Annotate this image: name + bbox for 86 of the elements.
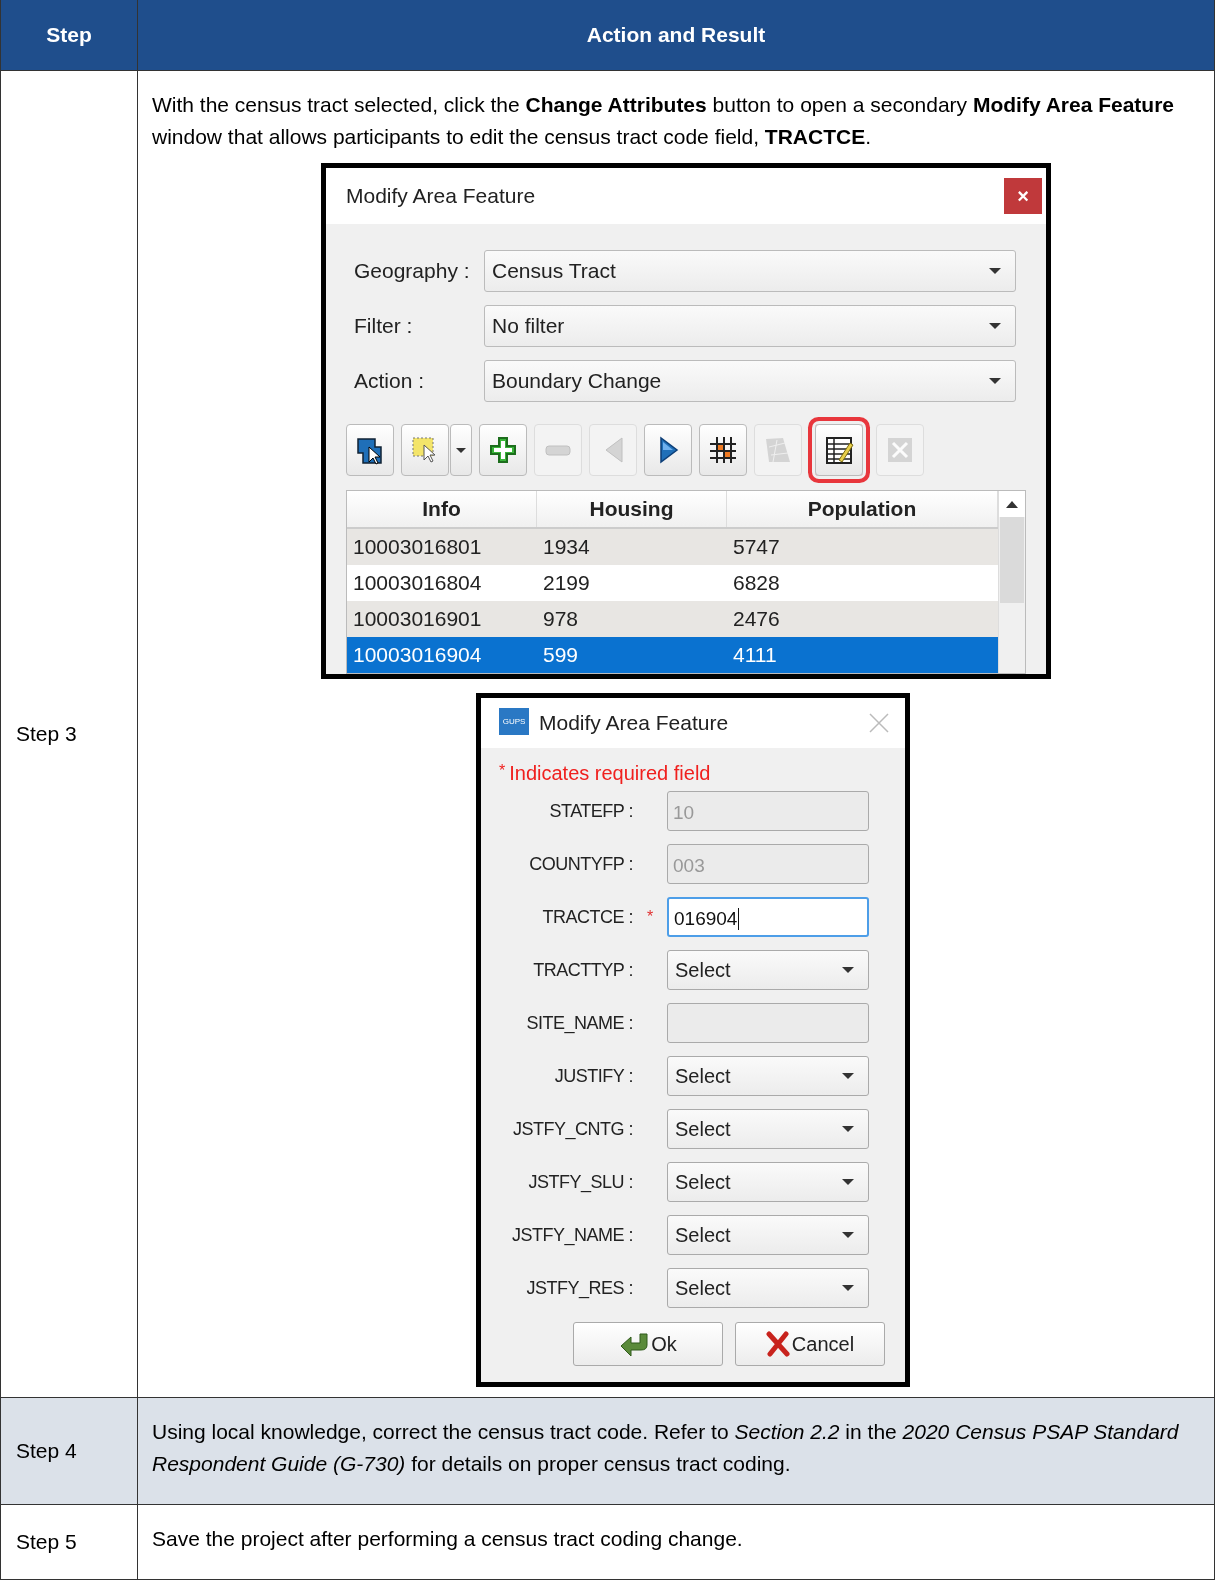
field-label: COUNTYFP : xyxy=(528,853,633,875)
dropdown[interactable]: Select xyxy=(667,1109,869,1149)
up-arrow-icon xyxy=(1006,500,1018,508)
field-label: SITE_NAME : xyxy=(525,1012,633,1034)
step-cell: Step 5 xyxy=(1,1505,138,1579)
table-row[interactable]: 10003016804 2199 6828 xyxy=(347,565,998,601)
dropdown[interactable]: Select xyxy=(667,1162,869,1202)
toolbar-button[interactable] xyxy=(699,424,747,476)
field-label: TRACTCE : xyxy=(541,906,633,928)
dropdown[interactable]: Select xyxy=(667,1268,869,1308)
table-cell-text: 4111 xyxy=(732,643,778,667)
caret-icon xyxy=(842,1179,854,1185)
column-header: Housing xyxy=(537,491,727,527)
table-cell-text: 2199 xyxy=(542,571,591,595)
dropdown-button[interactable] xyxy=(450,424,472,476)
caret-icon xyxy=(842,1285,854,1291)
table-row[interactable]: 10003016901 978 2476 xyxy=(347,601,998,637)
table-cell-text: 978 xyxy=(542,607,580,631)
table-cell-text: 1934 xyxy=(542,535,591,559)
field-label: JSTFY_NAME : xyxy=(510,1224,633,1246)
instruction-text: Save the project after performing a census tract coding change. xyxy=(152,1526,744,1552)
map-icon xyxy=(763,435,793,465)
table-cell-text: 6828 xyxy=(732,571,781,595)
plus-icon xyxy=(488,435,518,465)
caret-icon xyxy=(842,1126,854,1132)
instruction-text: Using local knowledge, correct the census tract code. Refer to Section 2.2 in the 2020 Census PSAP Standard Respondent Guide (G-730) for details on proper census tract coding. xyxy=(152,1419,1180,1477)
caret-icon xyxy=(842,967,854,973)
step-cell: Step 3 xyxy=(1,71,138,1397)
table-cell-text: 5747 xyxy=(732,535,781,559)
cursor-map-icon xyxy=(355,435,385,465)
field-label: STATEFP : xyxy=(548,800,633,822)
required-mark: * xyxy=(645,908,655,926)
field-label: Filter : xyxy=(354,314,414,338)
dropdown[interactable]: Boundary Change xyxy=(484,360,1016,402)
caret-icon xyxy=(456,447,466,453)
instruction-text: With the census tract selected, click the Change Attributes button to open a secondary Modify Area Feature window that allows participants to edit the census tract code field, TRACTCE. xyxy=(152,92,1176,150)
dialog-title: Modify Area Feature xyxy=(539,711,730,735)
required-note: Indicates required field xyxy=(509,762,711,785)
dialog-title: Modify Area Feature xyxy=(346,184,536,208)
toolbar-button[interactable] xyxy=(644,424,692,476)
dropdown[interactable]: Select xyxy=(667,1215,869,1255)
grid-icon xyxy=(708,435,738,465)
step-cell: Step 4 xyxy=(1,1398,138,1504)
toolbar-button[interactable] xyxy=(479,424,527,476)
cancel-button[interactable]: Cancel xyxy=(735,1322,885,1366)
table-cell-text: 10003016904 xyxy=(352,643,483,667)
dropdown[interactable]: No filter xyxy=(484,305,1016,347)
toolbar-button[interactable] xyxy=(346,424,394,476)
caret-icon xyxy=(989,378,1001,384)
scrollbar[interactable] xyxy=(998,491,1025,673)
required-mark: * xyxy=(499,762,506,781)
table-cell-text: 10003016801 xyxy=(352,535,483,559)
field-label: Geography : xyxy=(354,259,471,283)
arrow-icon xyxy=(619,1331,650,1357)
table-cell-text: 599 xyxy=(542,643,580,667)
app-logo: GUPS xyxy=(499,708,529,738)
column-header: Info xyxy=(347,491,537,527)
field-label: JSTFY_SLU : xyxy=(527,1171,633,1193)
field-label: TRACTTYP : xyxy=(532,959,633,981)
close-icon xyxy=(885,435,915,465)
column-header: Action and Result xyxy=(138,0,1215,70)
caret-icon xyxy=(989,268,1001,274)
ok-button[interactable]: Ok xyxy=(573,1322,723,1366)
field-label: JUSTIFY : xyxy=(553,1065,633,1087)
dropdown[interactable]: Select xyxy=(667,950,869,990)
caret-icon xyxy=(842,1073,854,1079)
field-label: JSTFY_CNTG : xyxy=(512,1118,633,1140)
table-cell-text: 10003016901 xyxy=(352,607,483,631)
table-row[interactable]: 10003016904 599 4111 xyxy=(347,637,998,673)
column-header: Step xyxy=(1,0,138,70)
table-pencil-icon xyxy=(824,435,854,465)
table-cell-text: 2476 xyxy=(732,607,781,631)
close-button[interactable] xyxy=(869,713,889,733)
table-row[interactable]: 10003016801 1934 5747 xyxy=(347,529,998,565)
table-cell-text: 10003016804 xyxy=(352,571,483,595)
scrollbar-thumb[interactable] xyxy=(1000,517,1024,603)
dropdown[interactable]: Census Tract xyxy=(484,250,1016,292)
x-mark-icon xyxy=(765,1331,790,1357)
close-icon xyxy=(869,713,889,733)
caret-icon xyxy=(842,1232,854,1238)
caret-icon xyxy=(989,323,1001,329)
field-label: Action : xyxy=(354,369,426,393)
text-field[interactable]: 016904 xyxy=(667,897,869,937)
dropdown[interactable]: Select xyxy=(667,1056,869,1096)
field-label: JSTFY_RES : xyxy=(525,1277,633,1299)
close-button[interactable]: × xyxy=(1004,178,1042,214)
